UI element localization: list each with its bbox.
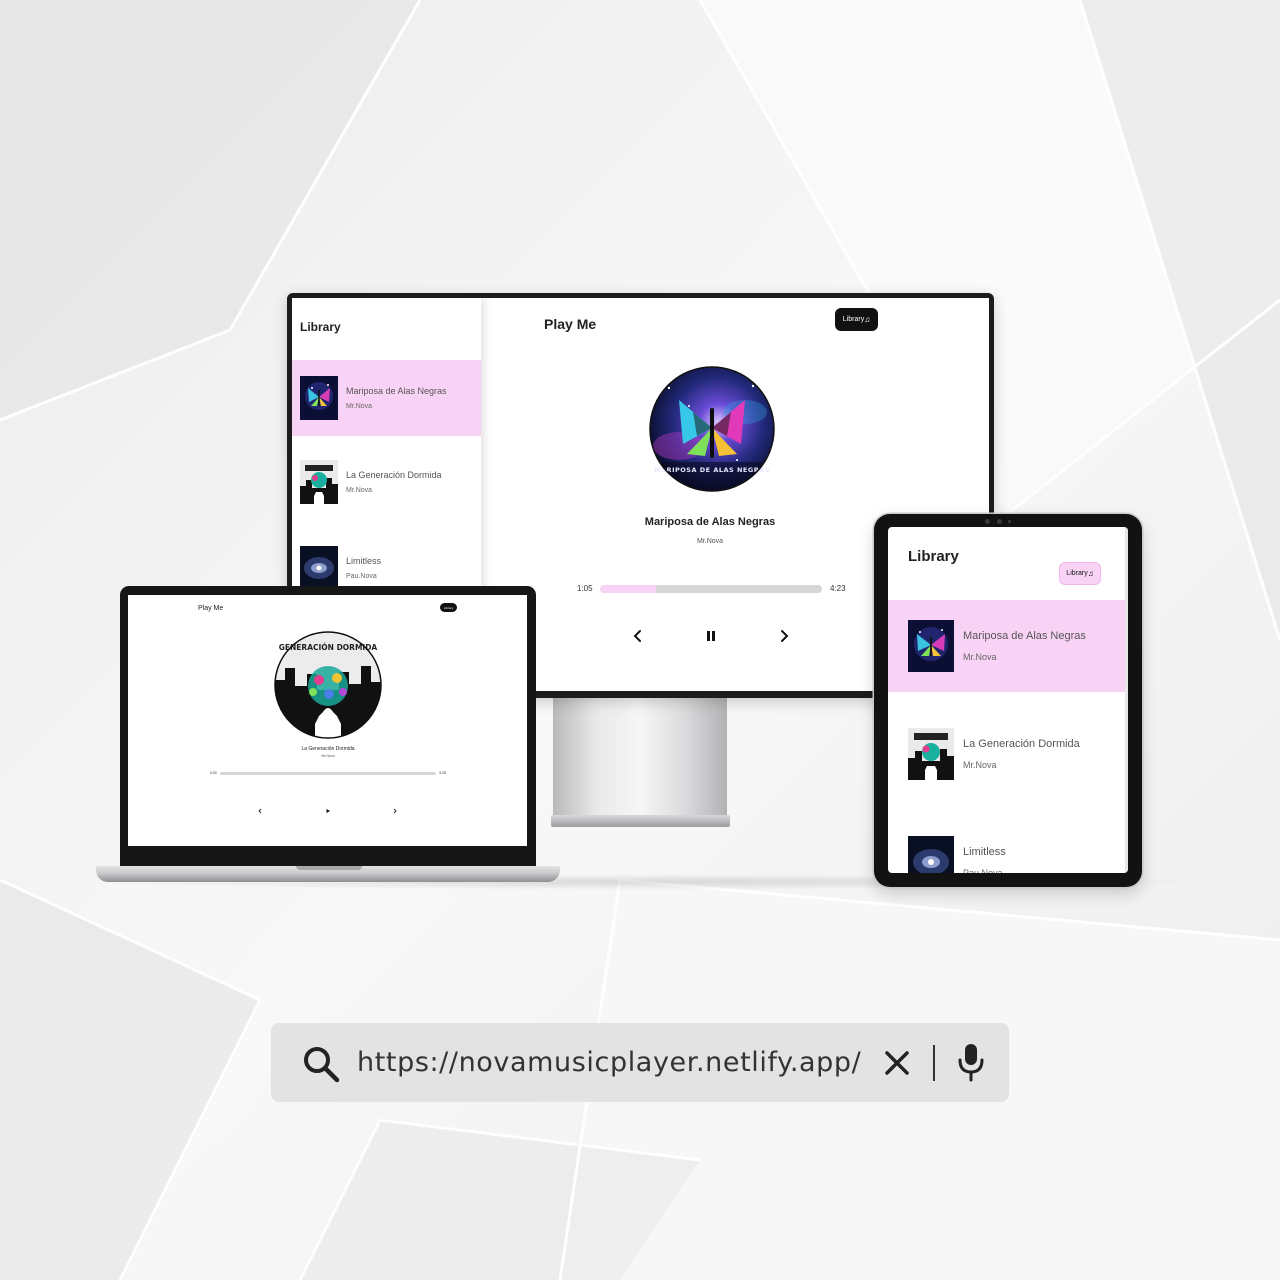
album-cover xyxy=(300,376,338,420)
app-title: Play Me xyxy=(198,605,224,612)
progress-fill xyxy=(600,585,656,593)
tablet-sensor xyxy=(997,519,1002,524)
url-search-bar: https://novamusicplayer.netlify.app/ xyxy=(271,1023,1009,1102)
play-pause-button[interactable] xyxy=(323,806,333,816)
library-toggle-button[interactable]: Library ♫ xyxy=(835,308,878,331)
library-song-item[interactable]: La Generación Dormida Mr.Nova xyxy=(888,708,1128,800)
previous-button[interactable] xyxy=(255,806,265,816)
song-artist: Pau.Nova xyxy=(346,573,377,580)
album-cover xyxy=(908,836,954,873)
play-pause-button[interactable] xyxy=(701,626,721,646)
previous-button[interactable] xyxy=(628,626,648,646)
album-cover xyxy=(300,546,338,590)
total-time: 3:28 xyxy=(439,771,446,775)
progress-bar[interactable] xyxy=(220,772,436,775)
track-artist: Mr.Nova xyxy=(321,754,335,758)
chevron-left-icon xyxy=(258,808,262,814)
app-title: Play Me xyxy=(544,316,597,332)
current-time: 0:00 xyxy=(210,771,217,775)
library-button-label: Library xyxy=(1066,570,1088,577)
next-button[interactable] xyxy=(390,806,400,816)
chevron-right-icon xyxy=(781,630,789,642)
url-input[interactable]: https://novamusicplayer.netlify.app/ xyxy=(357,1043,861,1083)
song-name: La Generación Dormida xyxy=(346,470,442,480)
song-artist: Mr.Nova xyxy=(963,760,997,770)
album-cover xyxy=(908,620,954,672)
library-button-label: Library xyxy=(443,605,454,610)
track-title: Mariposa de Alas Negras xyxy=(644,516,776,528)
pause-icon xyxy=(707,631,715,641)
progress-bar[interactable] xyxy=(600,585,822,593)
library-song-item[interactable]: La Generación Dormida Mr.Nova xyxy=(292,444,481,520)
search-icon[interactable] xyxy=(301,1044,341,1084)
library-button-label: Library xyxy=(842,316,865,323)
library-title: Library xyxy=(300,320,341,334)
music-note-icon: ♫ xyxy=(864,315,871,324)
song-name: Mariposa de Alas Negras xyxy=(963,630,1086,642)
tablet-screen: Library Library ♫ Mariposa de Alas Negra… xyxy=(888,527,1128,873)
play-icon xyxy=(326,809,330,813)
divider xyxy=(933,1045,935,1081)
track-title: La Generación Dormida xyxy=(301,746,355,752)
library-song-item[interactable]: Mariposa de Alas Negras Mr.Nova xyxy=(888,600,1128,692)
album-cover xyxy=(300,460,338,504)
monitor-stand xyxy=(553,698,727,818)
library-toggle-button[interactable]: Library ♫ xyxy=(1059,562,1101,585)
song-name: Mariposa de Alas Negras xyxy=(346,386,447,396)
monitor-stand-base xyxy=(551,815,730,827)
close-icon[interactable] xyxy=(883,1049,911,1077)
song-name: Limitless xyxy=(346,556,382,566)
album-art: MARIPOSA DE ALAS NEGRAS xyxy=(649,366,775,492)
laptop-screen: Play Me Library GENERACIÓN DORMIDA La Ge… xyxy=(128,595,527,846)
music-note-icon: ♫ xyxy=(1087,569,1094,578)
album-cover xyxy=(908,728,954,780)
library-song-item[interactable]: Mariposa de Alas Negras Mr.Nova xyxy=(292,360,481,436)
total-time: 4:23 xyxy=(830,584,846,593)
album-caption: MARIPOSA DE ALAS NEGRAS xyxy=(654,466,770,474)
microphone-icon[interactable] xyxy=(955,1041,987,1083)
library-toggle-button[interactable]: Library xyxy=(440,603,457,612)
track-artist: Mr.Nova xyxy=(696,538,724,545)
song-artist: Mr.Nova xyxy=(346,403,373,410)
laptop-trackpad-notch xyxy=(296,866,362,870)
chevron-right-icon xyxy=(393,808,397,814)
current-time: 1:05 xyxy=(577,584,593,593)
song-artist: Mr.Nova xyxy=(346,487,373,494)
library-title: Library xyxy=(908,548,959,565)
tablet-camera xyxy=(985,519,990,524)
library-song-item[interactable]: Limitless Pau.Nova xyxy=(888,816,1128,873)
song-name: Limitless xyxy=(963,846,1006,858)
next-button[interactable] xyxy=(774,626,794,646)
chevron-left-icon xyxy=(633,630,641,642)
song-artist: Mr.Nova xyxy=(963,652,997,662)
tablet-sensor xyxy=(1008,520,1011,523)
song-name: La Generación Dormida xyxy=(963,738,1080,750)
scrollbar[interactable] xyxy=(1125,527,1128,873)
album-art: GENERACIÓN DORMIDA xyxy=(273,630,383,740)
song-artist: Pau.Nova xyxy=(963,868,1003,873)
tablet: Library Library ♫ Mariposa de Alas Negra… xyxy=(874,514,1142,887)
laptop: Play Me Library GENERACIÓN DORMIDA La Ge… xyxy=(120,586,536,868)
